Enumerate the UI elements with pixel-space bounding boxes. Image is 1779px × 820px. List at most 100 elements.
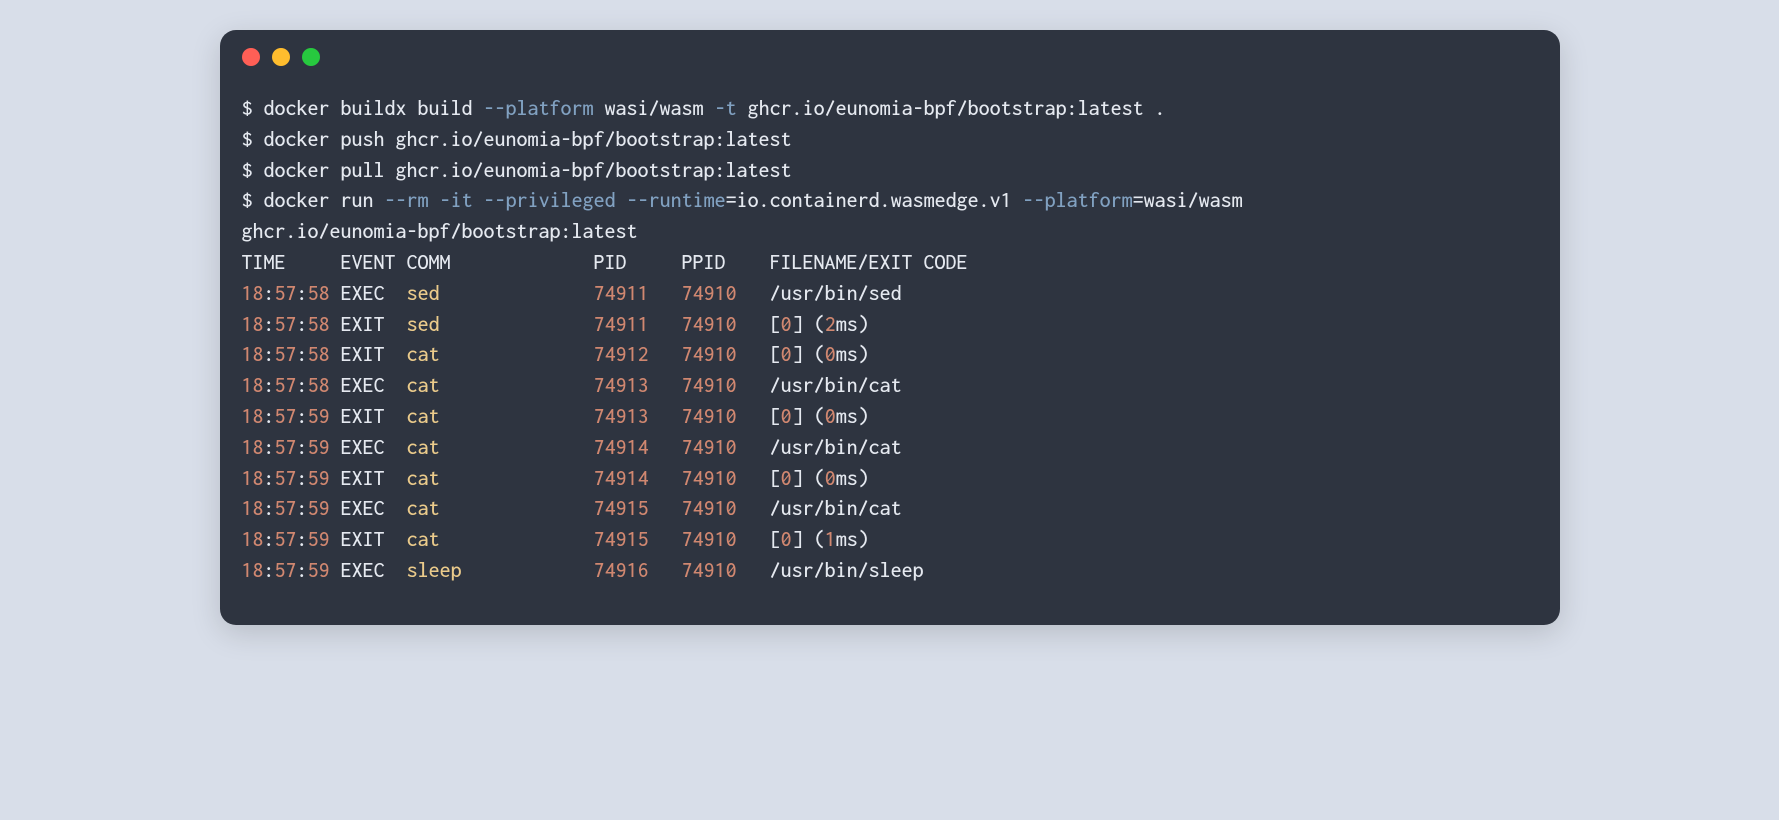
process-comm: cat: [407, 528, 594, 551]
time-sep: :: [264, 405, 275, 428]
event-type: EXEC: [341, 374, 407, 397]
time-min: 57: [275, 467, 297, 490]
event-type: EXIT: [341, 528, 407, 551]
terminal-output[interactable]: $ docker buildx build --platform wasi/wa…: [220, 84, 1560, 591]
filename: /usr/bin/sed: [770, 282, 902, 305]
maximize-icon[interactable]: [302, 48, 320, 66]
process-comm: sed: [407, 313, 594, 336]
command-text: docker buildx build: [264, 97, 484, 120]
shell-prompt: $: [242, 189, 264, 212]
shell-prompt: $: [242, 159, 264, 182]
command-flag: -t: [715, 97, 737, 120]
time-min: 57: [275, 343, 297, 366]
exit-bracket: [: [770, 313, 781, 336]
time-sep: :: [264, 559, 275, 582]
pid: 74911: [594, 282, 682, 305]
time-min: 57: [275, 405, 297, 428]
duration-unit: ms): [836, 313, 869, 336]
pid: 74912: [594, 343, 682, 366]
table-row: 18:57:58 EXEC cat 74913 74910 /usr/bin/c…: [242, 371, 1538, 402]
exit-code: 0: [781, 528, 792, 551]
duration-num: 0: [825, 467, 836, 490]
table-row: 18:57:59 EXEC cat 74915 74910 /usr/bin/c…: [242, 494, 1538, 525]
terminal-window: $ docker buildx build --platform wasi/wa…: [220, 30, 1560, 625]
exit-bracket: ] (: [792, 343, 825, 366]
time-sep: :: [297, 559, 308, 582]
time-sec: 59: [308, 467, 330, 490]
duration-unit: ms): [836, 467, 869, 490]
time-hour: 18: [242, 497, 264, 520]
time-hour: 18: [242, 405, 264, 428]
time-sep: :: [297, 497, 308, 520]
command-line: $ docker pull ghcr.io/eunomia-bpf/bootst…: [242, 156, 1538, 187]
table-row: 18:57:59 EXIT cat 74913 74910 [0] (0ms): [242, 402, 1538, 433]
close-icon[interactable]: [242, 48, 260, 66]
ppid: 74910: [682, 374, 770, 397]
time-sec: 59: [308, 497, 330, 520]
ppid: 74910: [682, 559, 770, 582]
command-line: $ docker push ghcr.io/eunomia-bpf/bootst…: [242, 125, 1538, 156]
table-row: 18:57:59 EXIT cat 74915 74910 [0] (1ms): [242, 525, 1538, 556]
time-sec: 59: [308, 405, 330, 428]
command-text: [616, 189, 627, 212]
pid: 74915: [594, 497, 682, 520]
time-hour: 18: [242, 467, 264, 490]
ppid: 74910: [682, 282, 770, 305]
time-min: 57: [275, 528, 297, 551]
event-type: EXEC: [341, 559, 407, 582]
pid: 74911: [594, 313, 682, 336]
time-sep: :: [264, 282, 275, 305]
pid: 74914: [594, 467, 682, 490]
command-line: $ docker run --rm -it --privileged --run…: [242, 186, 1538, 217]
table-row: 18:57:59 EXIT cat 74914 74910 [0] (0ms): [242, 464, 1538, 495]
exit-bracket: ] (: [792, 313, 825, 336]
time-hour: 18: [242, 343, 264, 366]
shell-prompt: $: [242, 97, 264, 120]
command-text: docker run: [264, 189, 385, 212]
event-type: EXEC: [341, 436, 407, 459]
duration-num: 0: [825, 405, 836, 428]
time-hour: 18: [242, 282, 264, 305]
time-sep: :: [264, 497, 275, 520]
duration-num: 1: [825, 528, 836, 551]
ppid: 74910: [682, 313, 770, 336]
time-sec: 58: [308, 343, 330, 366]
ppid: 74910: [682, 528, 770, 551]
duration-unit: ms): [836, 405, 869, 428]
process-comm: cat: [407, 497, 594, 520]
time-sep: :: [297, 528, 308, 551]
pid: 74914: [594, 436, 682, 459]
duration-unit: ms): [836, 528, 869, 551]
minimize-icon[interactable]: [272, 48, 290, 66]
shell-prompt: $: [242, 128, 264, 151]
time-sep: :: [297, 343, 308, 366]
time-sep: :: [264, 436, 275, 459]
command-text: [429, 189, 440, 212]
command-flag: --privileged: [484, 189, 616, 212]
time-sep: :: [297, 313, 308, 336]
command-text: ghcr.io/eunomia-bpf/bootstrap:latest: [242, 220, 638, 243]
time-min: 57: [275, 282, 297, 305]
time-min: 57: [275, 559, 297, 582]
process-comm: cat: [407, 405, 594, 428]
time-sep: :: [297, 405, 308, 428]
exit-code: 0: [781, 343, 792, 366]
command-line: ghcr.io/eunomia-bpf/bootstrap:latest: [242, 217, 1538, 248]
event-type: EXIT: [341, 313, 407, 336]
command-flag: --platform: [1023, 189, 1133, 212]
filename: /usr/bin/cat: [770, 374, 902, 397]
exit-bracket: ] (: [792, 528, 825, 551]
command-flag: --platform: [484, 97, 594, 120]
process-comm: cat: [407, 436, 594, 459]
time-sep: :: [297, 436, 308, 459]
process-comm: sed: [407, 282, 594, 305]
exit-bracket: [: [770, 467, 781, 490]
process-comm: sleep: [407, 559, 594, 582]
table-header: TIME EVENT COMM PID PPID FILENAME/EXIT C…: [242, 248, 1538, 279]
command-text: ghcr.io/eunomia-bpf/bootstrap:latest .: [737, 97, 1166, 120]
exit-bracket: [: [770, 528, 781, 551]
command-text: wasi/wasm: [594, 97, 715, 120]
exit-code: 0: [781, 405, 792, 428]
command-line: $ docker buildx build --platform wasi/wa…: [242, 94, 1538, 125]
time-sec: 58: [308, 374, 330, 397]
